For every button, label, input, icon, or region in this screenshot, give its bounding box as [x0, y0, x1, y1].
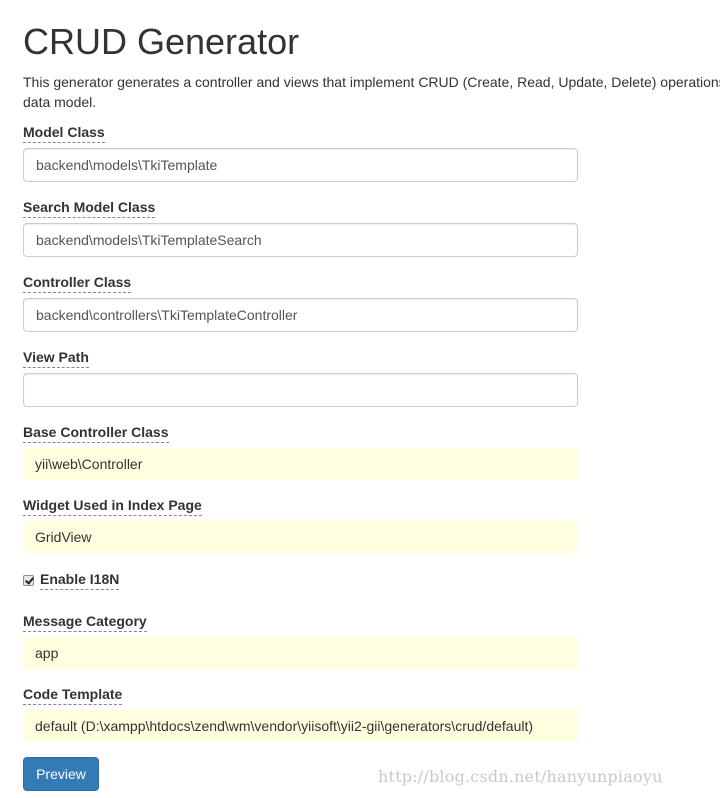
- view-path-label: View Path: [23, 348, 89, 368]
- page-description: This generator generates a controller an…: [23, 72, 720, 112]
- model-class-label: Model Class: [23, 123, 105, 143]
- view-path-input[interactable]: [23, 373, 578, 407]
- base-controller-class-label: Base Controller Class: [23, 423, 169, 443]
- enable-i18n-row[interactable]: Enable I18N: [23, 570, 120, 590]
- watermark-text: http://blog.csdn.net/hanyunpiaoyu: [378, 767, 663, 786]
- message-category-label: Message Category: [23, 612, 147, 632]
- search-model-class-label: Search Model Class: [23, 198, 156, 218]
- description-line-2: data model.: [23, 94, 97, 110]
- code-template-label: Code Template: [23, 685, 123, 705]
- base-controller-class-value[interactable]: yii\web\Controller: [23, 448, 578, 480]
- enable-i18n-label[interactable]: Enable I18N: [40, 570, 120, 590]
- code-template-value[interactable]: default (D:\xampp\htdocs\zend\wm\vendor\…: [23, 710, 578, 742]
- controller-class-label: Controller Class: [23, 273, 132, 293]
- model-class-input[interactable]: [23, 148, 578, 182]
- index-widget-label: Widget Used in Index Page: [23, 496, 202, 516]
- search-model-class-input[interactable]: [23, 223, 578, 257]
- preview-button[interactable]: Preview: [23, 757, 99, 791]
- message-category-value[interactable]: app: [23, 637, 578, 669]
- controller-class-input[interactable]: [23, 298, 578, 332]
- index-widget-value[interactable]: GridView: [23, 521, 578, 553]
- description-line-1: This generator generates a controller an…: [23, 74, 720, 90]
- page-title: CRUD Generator: [23, 21, 300, 62]
- enable-i18n-checkbox[interactable]: [23, 574, 34, 586]
